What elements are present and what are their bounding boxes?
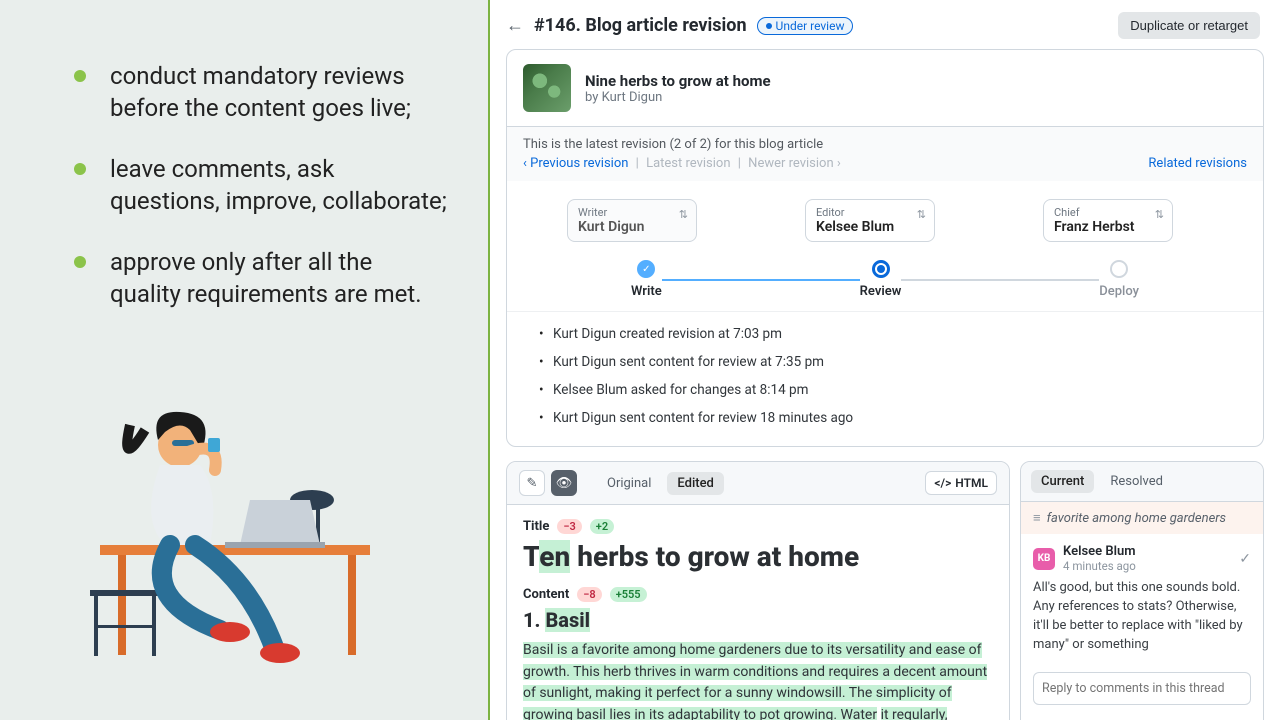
preview-icon[interactable]: 👁 [551, 470, 577, 496]
activity-item: Kurt Digun sent content for review at 7:… [539, 348, 1247, 376]
prev-revision-link[interactable]: ‹ Previous revision [523, 156, 628, 171]
bullet-1: conduct mandatory reviews before the con… [70, 60, 448, 125]
article-byline: by Kurt Digun [585, 90, 771, 105]
revision-card: Nine herbs to grow at home by Kurt Digun… [506, 49, 1264, 447]
page-header: ← #146. Blog article revision Under revi… [490, 0, 1280, 49]
quote-icon: ≡ [1033, 510, 1041, 526]
field-title-label: Title [523, 519, 549, 534]
page-title: #146. Blog article revision [534, 15, 747, 36]
tab-edited[interactable]: Edited [667, 472, 723, 495]
sort-icon: ⇅ [679, 208, 688, 221]
progress-bar: ✓ Write Review Deploy [507, 250, 1263, 311]
avatar: KB [1033, 548, 1055, 570]
field-content-label: Content [523, 587, 569, 602]
content-additions-badge: +555 [610, 587, 647, 602]
section-heading: 1. Basil [523, 608, 993, 632]
title-deletions-badge: −3 [557, 519, 581, 534]
step-deploy-label: Deploy [1099, 284, 1139, 299]
doc-title: Ten herbs to grow at home [523, 540, 993, 573]
code-icon: </> [934, 476, 951, 490]
main-pane: ← #146. Blog article revision Under revi… [490, 0, 1280, 720]
role-editor[interactable]: Editor Kelsee Blum ⇅ [805, 199, 935, 242]
comment-quote: ≡ favorite among home gardeners [1021, 502, 1263, 534]
activity-item: Kurt Digun created revision at 7:03 pm [539, 320, 1247, 348]
step-deploy-dot [1110, 260, 1128, 278]
edit-icon[interactable]: ✎ [519, 470, 545, 496]
comments-panel: Current Resolved ≡ favorite among home g… [1020, 461, 1264, 720]
article-title: Nine herbs to grow at home [585, 72, 771, 90]
role-row: Writer Kurt Digun ⇅ Editor Kelsee Blum ⇅… [507, 181, 1263, 250]
article-thumbnail [523, 64, 571, 112]
activity-item: Kelsee Blum asked for changes at 8:14 pm [539, 376, 1247, 404]
illustration [70, 370, 390, 670]
back-arrow-icon[interactable]: ← [506, 15, 524, 36]
comment-time: 4 minutes ago [1063, 559, 1136, 573]
duplicate-button[interactable]: Duplicate or retarget [1118, 12, 1260, 39]
bullet-3: approve only after all the quality requi… [70, 246, 448, 311]
role-writer[interactable]: Writer Kurt Digun ⇅ [567, 199, 697, 242]
tab-current-comments[interactable]: Current [1031, 470, 1094, 493]
reply-input[interactable] [1033, 672, 1251, 705]
title-additions-badge: +2 [590, 519, 614, 534]
sort-icon: ⇅ [917, 208, 926, 221]
content-deletions-badge: −8 [577, 587, 601, 602]
tab-original[interactable]: Original [597, 472, 661, 495]
revision-summary: This is the latest revision (2 of 2) for… [523, 137, 1247, 152]
related-revisions-link[interactable]: Related revisions [1148, 156, 1247, 171]
role-chief[interactable]: Chief Franz Herbst ⇅ [1043, 199, 1173, 242]
editor-panel: ✎ 👁 Original Edited </>HTML Title −3 +2 … [506, 461, 1010, 720]
resolve-check-icon[interactable]: ✓ [1239, 551, 1251, 567]
marketing-pane: conduct mandatory reviews before the con… [0, 0, 490, 720]
bullet-2: leave comments, ask questions, improve, … [70, 153, 448, 218]
comment-item: KB Kelsee Blum 4 minutes ago ✓ All's goo… [1021, 534, 1263, 664]
comment-author: Kelsee Blum [1063, 544, 1136, 559]
next-revision-link: Newer revision › [748, 156, 841, 171]
step-review-dot [872, 260, 890, 278]
html-button[interactable]: </>HTML [925, 471, 997, 495]
feature-bullets: conduct mandatory reviews before the con… [70, 60, 448, 310]
status-badge: Under review [757, 17, 854, 35]
sort-icon: ⇅ [1155, 208, 1164, 221]
step-write-label: Write [631, 284, 662, 299]
comment-text: All's good, but this one sounds bold. An… [1033, 579, 1251, 654]
tab-resolved-comments[interactable]: Resolved [1100, 470, 1173, 493]
activity-log: Kurt Digun created revision at 7:03 pm K… [507, 311, 1263, 446]
activity-item: Kurt Digun sent content for review 18 mi… [539, 404, 1247, 432]
step-review-label: Review [860, 284, 902, 299]
step-write-dot: ✓ [637, 260, 655, 278]
paragraph: Basil is a favorite among home gardeners… [523, 640, 993, 720]
latest-revision-link: Latest revision [646, 156, 730, 171]
